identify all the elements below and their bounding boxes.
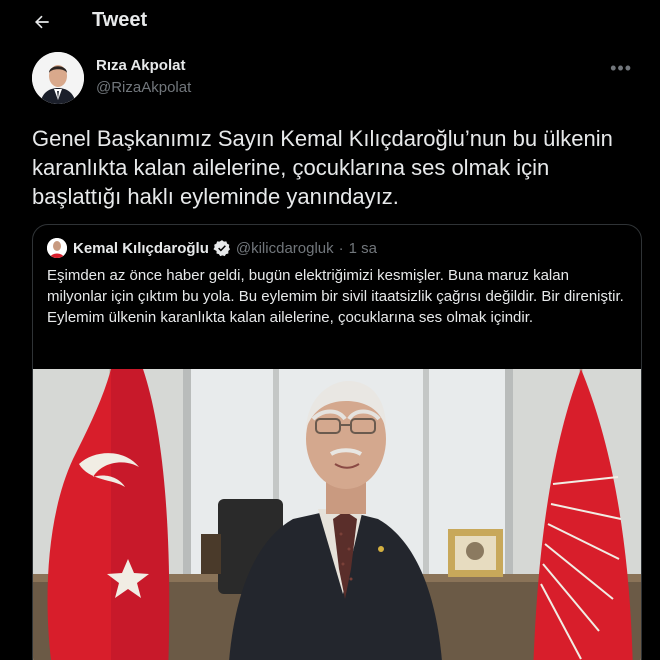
quoted-timestamp[interactable]: 1 sa — [349, 240, 377, 257]
more-icon: ••• — [610, 58, 632, 78]
back-button[interactable] — [30, 10, 54, 34]
page-title: Tweet — [92, 9, 148, 31]
arrow-left-icon — [35, 15, 49, 29]
video-thumbnail[interactable] — [33, 369, 641, 660]
top-bar: Tweet — [0, 0, 660, 44]
quoted-author-name[interactable]: Kemal Kılıçdaroğlu — [73, 240, 209, 257]
quoted-tweet[interactable]: Kemal Kılıçdaroğlu @kilicdarogluk · 1 sa… — [32, 224, 642, 660]
quoted-avatar[interactable] — [47, 238, 67, 258]
quoted-tweet-header: Kemal Kılıçdaroğlu @kilicdarogluk · 1 sa — [47, 237, 377, 259]
avatar[interactable] — [32, 52, 84, 104]
separator: · — [338, 239, 344, 257]
author-name[interactable]: Rıza Akpolat — [96, 57, 185, 74]
quoted-tweet-text: Eşimden az önce haber geldi, bugün elekt… — [47, 267, 624, 326]
more-button[interactable]: ••• — [610, 58, 632, 79]
tweet-text: Genel Başkanımız Sayın Kemal Kılıçdaroğl… — [32, 126, 613, 209]
author-handle[interactable]: @RizaAkpolat — [96, 79, 191, 96]
quoted-author-handle[interactable]: @kilicdarogluk — [236, 240, 334, 257]
tweet-author: Rıza Akpolat @RizaAkpolat ••• — [32, 52, 632, 106]
verified-badge-icon — [213, 240, 230, 257]
